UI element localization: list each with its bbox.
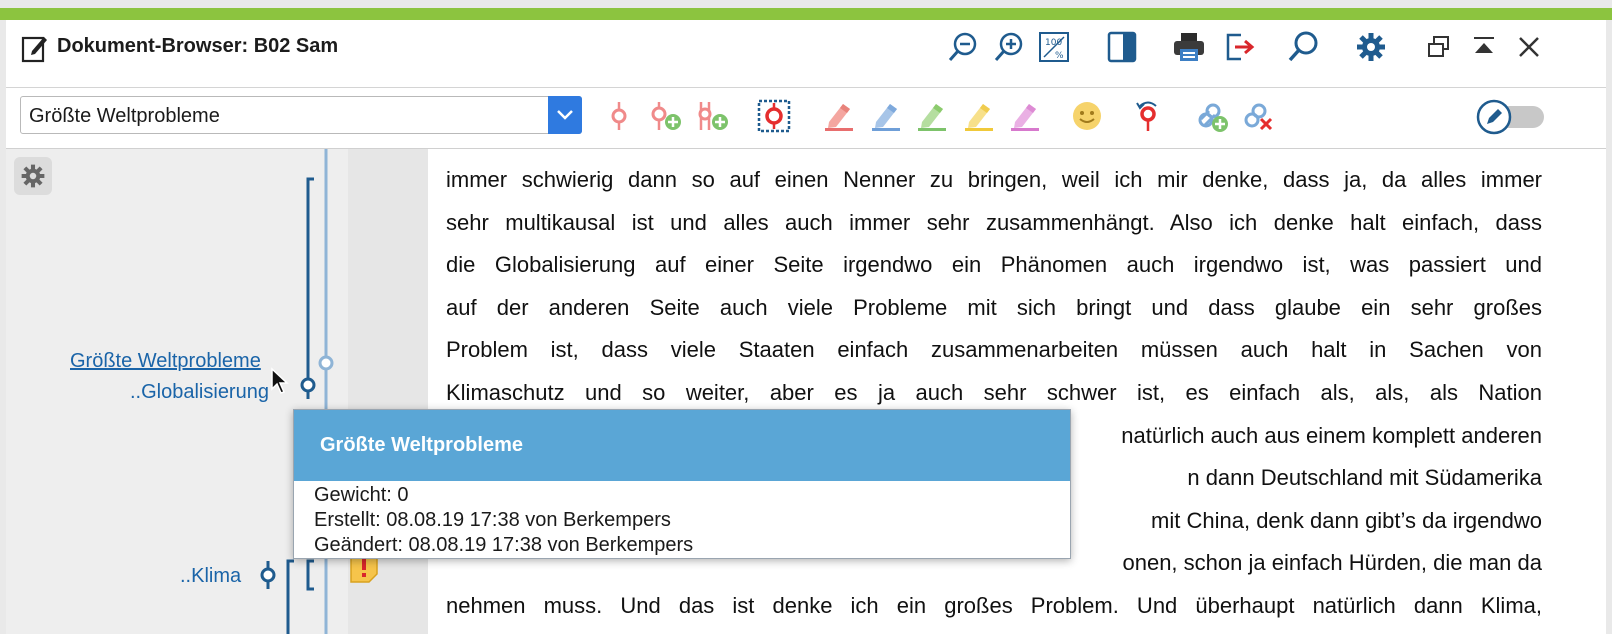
text-line: sehr multikausal ist und alles auch imme…: [446, 209, 1542, 235]
link-remove-icon[interactable]: [1240, 98, 1276, 134]
highlight-red-icon[interactable]: [821, 98, 857, 134]
zoom-out-icon[interactable]: [946, 30, 980, 64]
collapse-icon[interactable]: [1467, 30, 1501, 64]
highlight-blue-icon[interactable]: [868, 98, 904, 134]
title-bar: Dokument-Browser: B02 Sam 100%: [6, 20, 1606, 88]
export-icon[interactable]: [1222, 30, 1256, 64]
text-line: Problem ist, dass viele Staaten einfach …: [446, 337, 1542, 363]
code-label-globalisierung[interactable]: ..Globalisierung: [130, 381, 269, 404]
code-select-value: Größte Weltprobleme: [29, 105, 220, 127]
undock-icon[interactable]: [1422, 30, 1456, 64]
settings-icon[interactable]: [1354, 30, 1388, 64]
zoom-100-icon[interactable]: 100%: [1037, 30, 1071, 64]
code-in-vivo-icon[interactable]: [694, 98, 730, 134]
undo-code-icon[interactable]: [1130, 98, 1166, 134]
window-title: Dokument-Browser: B02 Sam: [57, 35, 339, 57]
svg-text:%: %: [1055, 51, 1064, 61]
coding-toolbar: Größte Weltprobleme: [6, 88, 1606, 149]
print-icon[interactable]: [1172, 30, 1206, 64]
text-line: immer schwierig dann so auf einen Nenner…: [446, 167, 1542, 192]
chevron-down-icon[interactable]: [548, 96, 582, 134]
edit-document-icon: [21, 36, 47, 63]
edit-mode-toggle[interactable]: [1476, 99, 1548, 135]
emoticode-icon[interactable]: [1069, 98, 1105, 134]
highlight-pink-icon[interactable]: [1007, 98, 1043, 134]
code-label-groesste-weltprobleme[interactable]: Größte Weltprobleme: [70, 350, 261, 373]
text-line: nehmen muss. Und das ist denke ich ein g…: [446, 592, 1542, 618]
tooltip-modified: Geändert: 08.08.19 17:38 von Berkempers: [314, 534, 694, 556]
svg-text:100: 100: [1045, 38, 1062, 48]
tooltip-weight: Gewicht: 0: [314, 484, 409, 506]
code-info-tooltip: Größte Weltprobleme Gewicht: 0 Erstellt:…: [293, 409, 1071, 559]
link-add-icon[interactable]: [1194, 98, 1230, 134]
search-icon[interactable]: [1286, 30, 1320, 64]
tooltip-created: Erstellt: 08.08.19 17:38 von Berkempers: [314, 509, 671, 531]
text-line: die Globalisierung auf einer Seite irgen…: [446, 252, 1542, 278]
close-icon[interactable]: [1512, 30, 1546, 64]
code-label-klima[interactable]: ..Klima: [180, 565, 241, 588]
zoom-in-icon[interactable]: [992, 30, 1026, 64]
code-select-dropdown[interactable]: Größte Weltprobleme: [20, 96, 582, 134]
text-line: auf der anderen Seite auch viele Problem…: [446, 294, 1542, 320]
mouse-cursor-icon: [271, 367, 289, 394]
document-text-area[interactable]: immer schwierig dann so auf einen Nenner…: [428, 149, 1606, 634]
tooltip-title: Größte Weltprobleme: [320, 434, 523, 456]
code-icon[interactable]: [601, 98, 637, 134]
accent-bar: [0, 8, 1612, 20]
split-view-icon[interactable]: [1105, 30, 1139, 64]
highlight-green-icon[interactable]: [914, 98, 950, 134]
highlight-yellow-icon[interactable]: [961, 98, 997, 134]
tooltip-header: Größte Weltprobleme: [294, 410, 1070, 481]
new-code-icon[interactable]: [648, 98, 684, 134]
memo-column: [348, 149, 429, 634]
code-selection-icon[interactable]: [756, 98, 792, 134]
document-browser-window: Dokument-Browser: B02 Sam 100% Größte We…: [6, 20, 1606, 634]
